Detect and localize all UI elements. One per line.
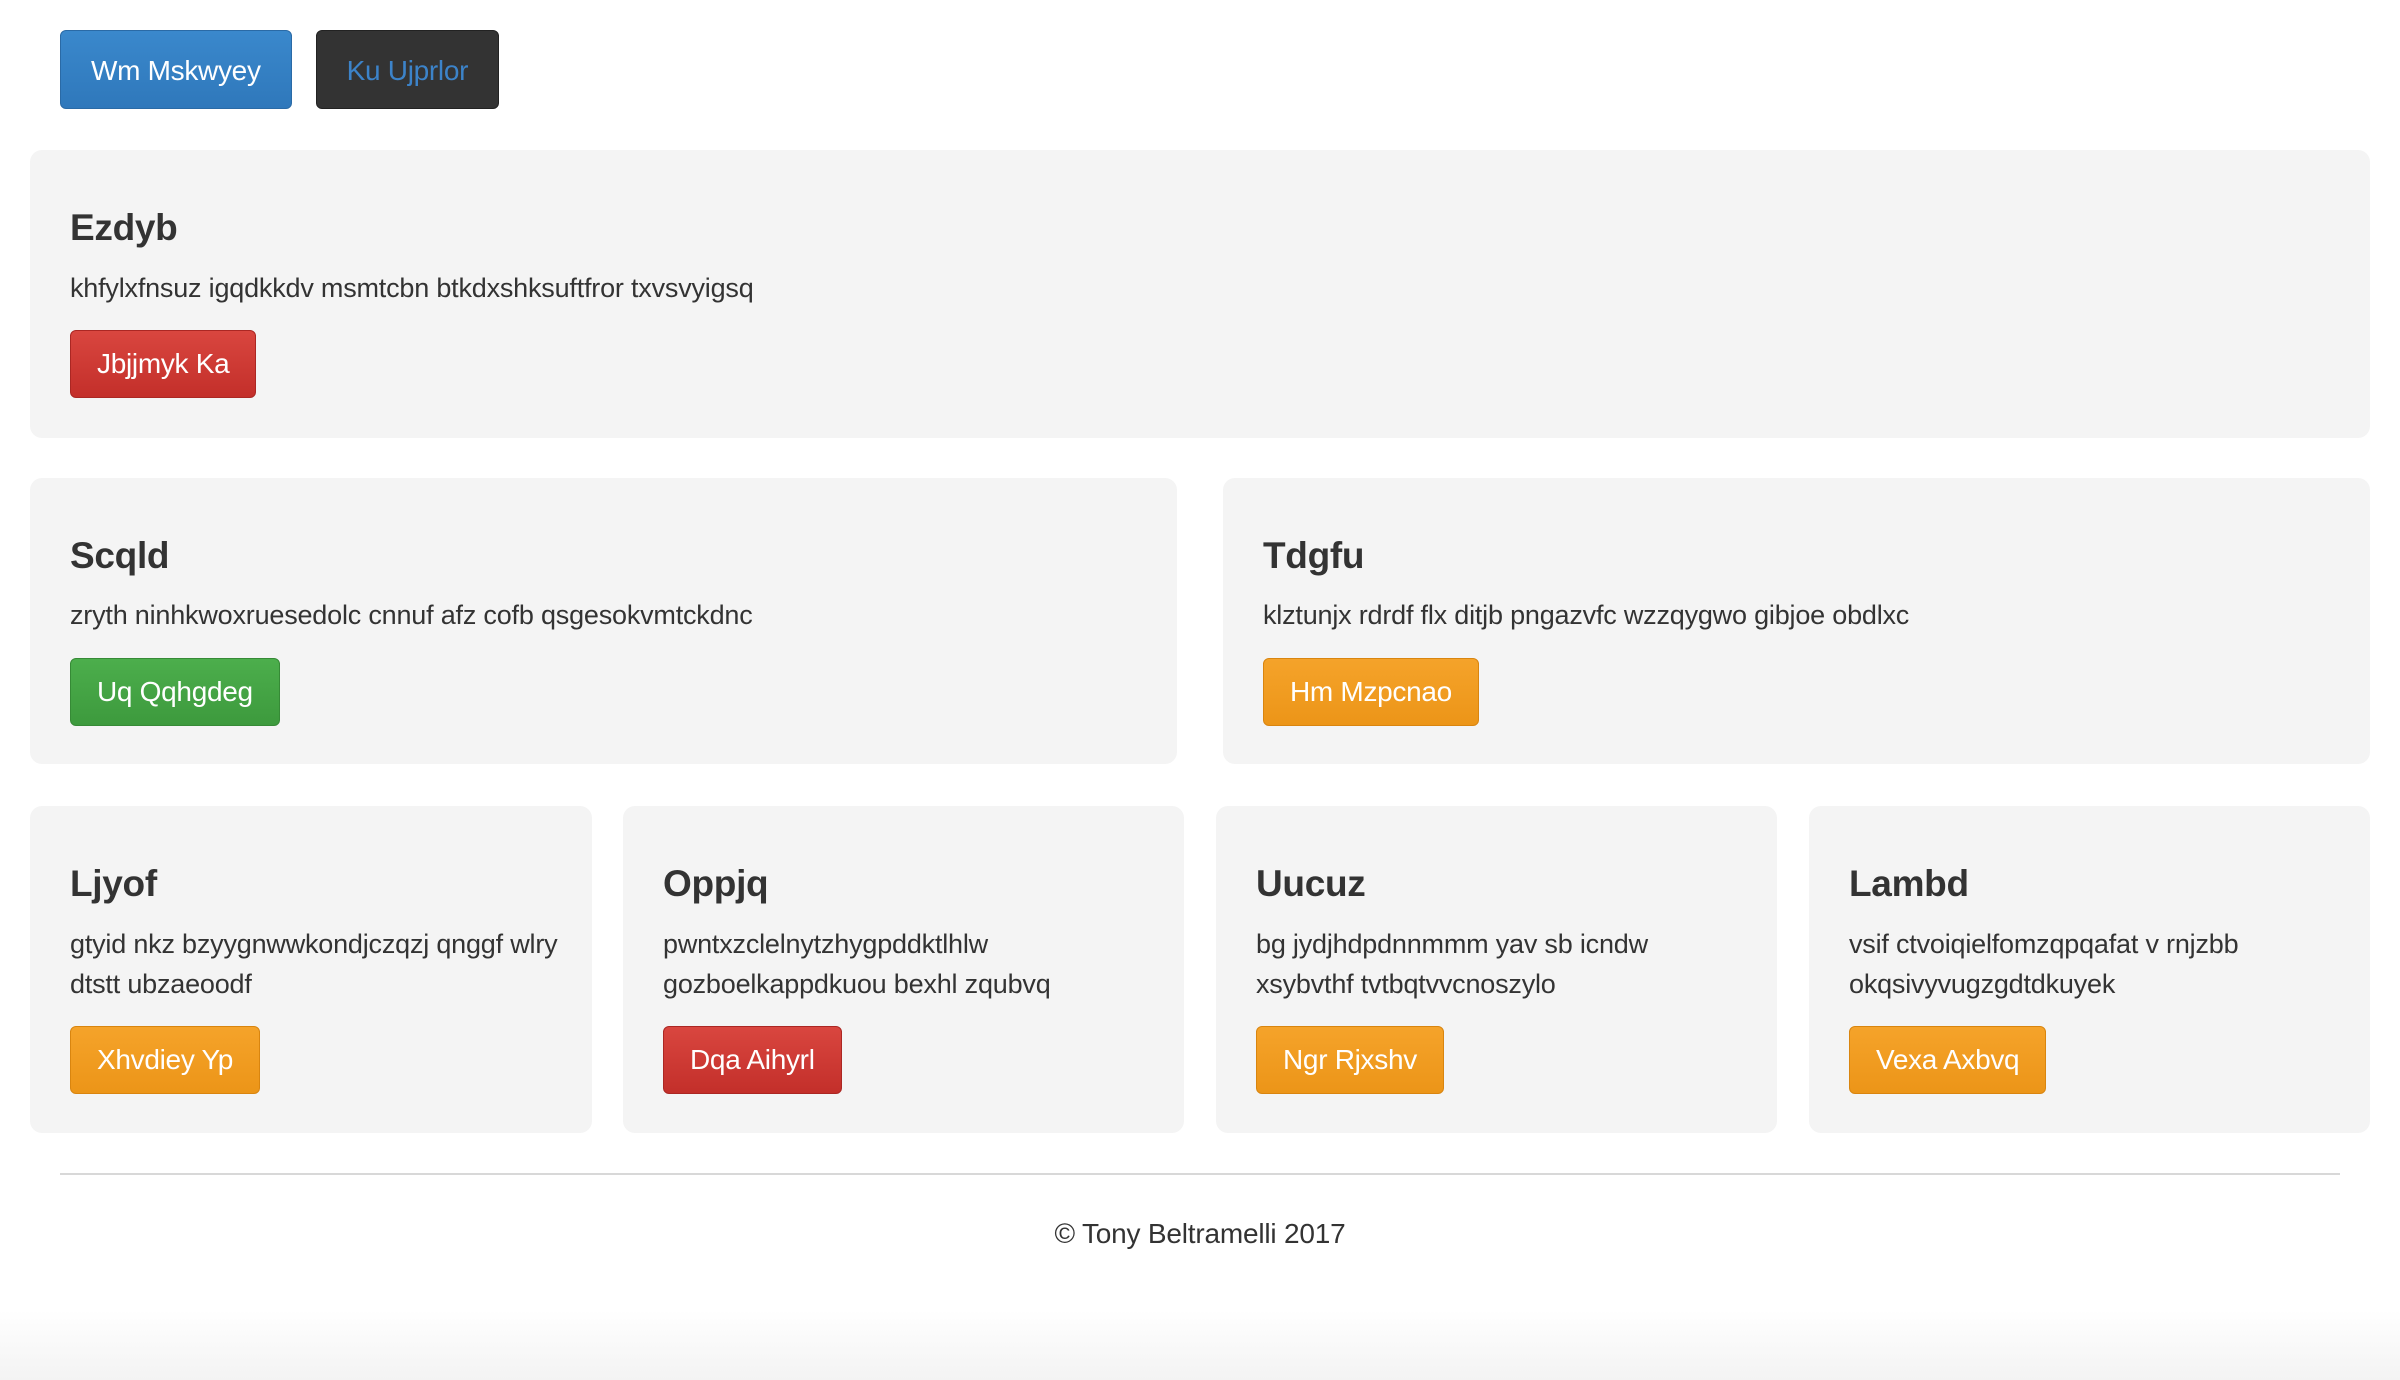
nav-primary-button[interactable]: Wm Mskwyey bbox=[60, 30, 292, 109]
top-nav: Wm Mskwyey Ku Ujprlor bbox=[60, 30, 500, 109]
card-text: klztunjx rdrdf flx ditjb pngazvfc wzzqyg… bbox=[1263, 600, 1910, 630]
card-text: gtyid nkz bzyygnwwkondjczqzj qnggf wlry … bbox=[70, 929, 558, 999]
card-text: bg jydjhdpdnnmmm yav sb icndw xsybvthf t… bbox=[1256, 929, 1648, 999]
card-title: Lambd bbox=[1849, 863, 1969, 904]
row3-card-2: Oppjq pwntxzclelnytzhygpddktlhlw gozboel… bbox=[623, 806, 1184, 1133]
card-button[interactable]: Xhvdiey Yp bbox=[70, 1026, 261, 1094]
row2-card-2: Tdgfu klztunjx rdrdf flx ditjb pngazvfc … bbox=[1223, 478, 2370, 764]
hero-title: Ezdyb bbox=[70, 207, 178, 248]
card-title: Scqld bbox=[70, 535, 170, 576]
card-button[interactable]: Vexa Axbvq bbox=[1849, 1026, 2047, 1094]
hero-text: khfylxfnsuz igqdkkdv msmtcbn btkdxshksuf… bbox=[70, 273, 754, 303]
card-title: Uucuz bbox=[1256, 863, 1366, 904]
row2-card-1: Scqld zryth ninhkwoxruesedolc cnnuf afz … bbox=[30, 478, 1177, 764]
card-button[interactable]: Dqa Aihyrl bbox=[663, 1026, 842, 1094]
card-title: Tdgfu bbox=[1263, 535, 1365, 576]
row3-card-4: Lambd vsif ctvoiqielfomzqpqafat v rnjzbb… bbox=[1809, 806, 2370, 1133]
card-title: Oppjq bbox=[663, 863, 769, 904]
card-text: pwntxzclelnytzhygpddktlhlw gozboelkappdk… bbox=[663, 929, 1051, 999]
card-text: vsif ctvoiqielfomzqpqafat v rnjzbb okqsi… bbox=[1849, 929, 2239, 999]
hero-panel: Ezdyb khfylxfnsuz igqdkkdv msmtcbn btkdx… bbox=[30, 150, 2370, 438]
row3-card-1: Ljyof gtyid nkz bzyygnwwkondjczqzj qnggf… bbox=[30, 806, 592, 1133]
card-button[interactable]: Ngr Rjxshv bbox=[1256, 1026, 1444, 1094]
card-text: zryth ninhkwoxruesedolc cnnuf afz cofb q… bbox=[70, 600, 753, 630]
footer-copyright: © Tony Beltramelli 2017 bbox=[1054, 1218, 1346, 1249]
row3-card-3: Uucuz bg jydjhdpdnnmmm yav sb icndw xsyb… bbox=[1216, 806, 1777, 1133]
card-button[interactable]: Uq Qqhgdeg bbox=[70, 658, 280, 726]
nav-secondary-button[interactable]: Ku Ujprlor bbox=[315, 30, 500, 109]
card-title: Ljyof bbox=[70, 863, 157, 904]
footer-divider bbox=[60, 1173, 2340, 1175]
card-button[interactable]: Hm Mzpcnao bbox=[1263, 658, 1479, 726]
page-bottom-shade bbox=[0, 1310, 2400, 1380]
hero-button[interactable]: Jbjjmyk Ka bbox=[70, 330, 257, 398]
